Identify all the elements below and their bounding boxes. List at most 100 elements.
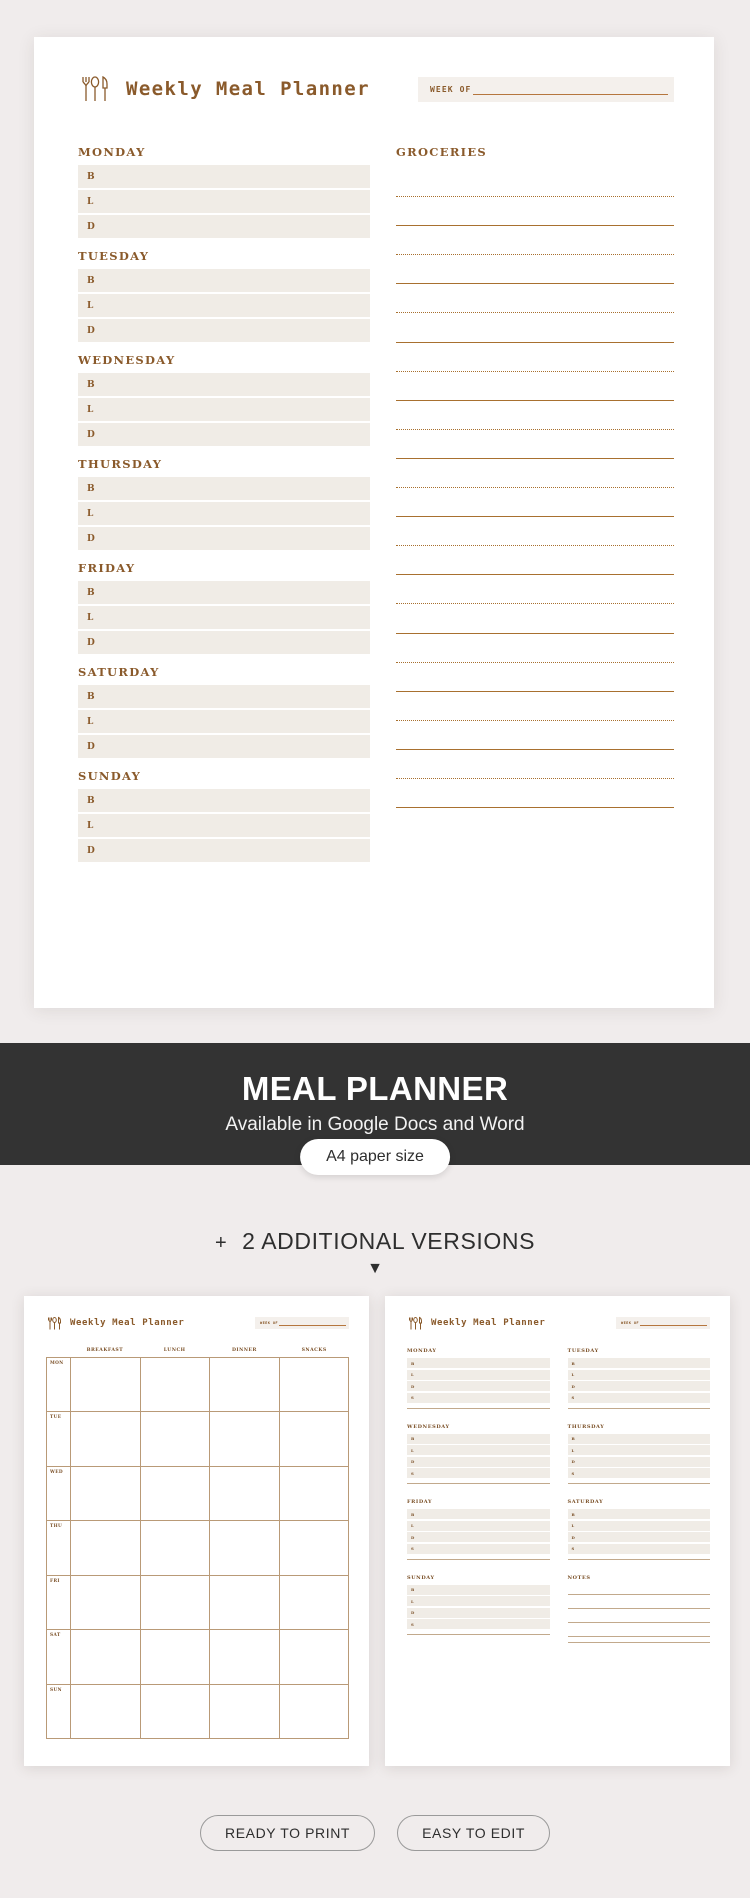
meal-row[interactable]: D (78, 215, 370, 238)
grid-cell[interactable] (141, 1412, 210, 1466)
meal-row[interactable]: D (78, 839, 370, 862)
list-meal-row[interactable]: S (567, 1468, 710, 1478)
grid-cell[interactable] (71, 1630, 141, 1684)
list-meal-row[interactable]: D (567, 1456, 710, 1467)
list-meal-row[interactable]: L (567, 1445, 710, 1455)
notes-line[interactable] (567, 1593, 710, 1595)
grocery-line[interactable] (396, 575, 674, 605)
list-meal-row[interactable]: D (567, 1532, 710, 1542)
grid-cell[interactable] (280, 1521, 349, 1575)
grid-cell[interactable] (71, 1521, 141, 1575)
list-meal-row[interactable]: S (567, 1392, 710, 1403)
grocery-line[interactable] (396, 284, 674, 314)
grid-cell[interactable] (141, 1684, 210, 1738)
grocery-line[interactable] (396, 546, 674, 576)
meal-row[interactable]: D (78, 735, 370, 758)
grocery-line[interactable] (396, 634, 674, 663)
ready-to-print-button[interactable]: READY TO PRINT (199, 1815, 376, 1851)
grocery-line[interactable] (396, 459, 674, 489)
grid-cell[interactable] (71, 1466, 141, 1521)
list-meal-row[interactable]: L (567, 1520, 710, 1531)
grid-cell[interactable] (280, 1684, 349, 1738)
meal-row[interactable]: B (78, 477, 370, 500)
list-meal-row[interactable]: S (407, 1468, 550, 1478)
list-meal-row[interactable]: B (407, 1509, 550, 1519)
list-meal-row[interactable]: B (567, 1358, 710, 1368)
grid-cell[interactable] (280, 1630, 349, 1684)
list-meal-row[interactable]: D (407, 1607, 550, 1618)
grocery-line[interactable] (396, 313, 674, 343)
grocery-line[interactable] (396, 663, 674, 692)
list-meal-row[interactable]: S (407, 1392, 550, 1403)
grid-cell[interactable] (71, 1684, 141, 1738)
meal-row[interactable]: L (78, 710, 370, 733)
grid-cell[interactable] (71, 1575, 141, 1630)
thumbnail-grid-version[interactable]: Weekly Meal Planner WEEK OF BREAKFAST LUN… (24, 1296, 369, 1766)
grid-cell[interactable] (141, 1521, 210, 1575)
meal-row[interactable]: D (78, 319, 370, 342)
list-meal-row[interactable]: D (407, 1381, 550, 1391)
meal-row[interactable]: L (78, 814, 370, 837)
list-meal-row[interactable]: D (567, 1381, 710, 1391)
list-meal-row[interactable]: B (407, 1433, 550, 1444)
grid-cell[interactable] (141, 1358, 210, 1412)
meal-row[interactable]: B (78, 581, 370, 604)
list-meal-row[interactable]: L (407, 1369, 550, 1380)
list-meal-row[interactable]: B (567, 1509, 710, 1519)
notes-line[interactable] (567, 1621, 710, 1623)
meal-row[interactable]: D (78, 423, 370, 446)
list-meal-row[interactable]: D (407, 1532, 550, 1542)
grocery-line[interactable] (396, 430, 674, 459)
grid-cell[interactable] (280, 1412, 349, 1466)
meal-row[interactable]: L (78, 502, 370, 525)
grocery-line[interactable] (396, 401, 674, 430)
list-meal-row[interactable]: B (407, 1584, 550, 1595)
grocery-line[interactable] (396, 692, 674, 721)
grocery-line[interactable] (396, 226, 674, 256)
grocery-line[interactable] (396, 197, 674, 227)
grid-cell[interactable] (141, 1630, 210, 1684)
meal-row[interactable]: L (78, 606, 370, 629)
grid-cell[interactable] (210, 1466, 280, 1521)
grocery-line[interactable] (396, 604, 674, 634)
meal-row[interactable]: B (78, 373, 370, 396)
meal-row[interactable]: D (78, 631, 370, 654)
grocery-line[interactable] (396, 488, 674, 518)
list-meal-row[interactable]: L (407, 1520, 550, 1531)
list-meal-row[interactable]: B (567, 1433, 710, 1444)
meal-row[interactable]: L (78, 294, 370, 317)
notes-line[interactable] (567, 1607, 710, 1609)
grocery-line[interactable] (396, 168, 674, 198)
grocery-line[interactable] (396, 255, 674, 285)
grocery-line[interactable] (396, 372, 674, 401)
grid-cell[interactable] (210, 1412, 280, 1466)
grid-cell[interactable] (71, 1358, 141, 1412)
list-meal-row[interactable]: S (567, 1543, 710, 1554)
list-meal-row[interactable]: L (567, 1369, 710, 1380)
list-meal-row[interactable]: L (407, 1596, 550, 1606)
meal-row[interactable]: B (78, 165, 370, 188)
meal-row[interactable]: D (78, 527, 370, 550)
list-meal-row[interactable]: D (407, 1456, 550, 1467)
grocery-line[interactable] (396, 750, 674, 779)
meal-row[interactable]: L (78, 190, 370, 213)
grid-cell[interactable] (210, 1521, 280, 1575)
grocery-line[interactable] (396, 343, 674, 372)
grid-cell[interactable] (141, 1466, 210, 1521)
meal-row[interactable]: B (78, 685, 370, 708)
week-of-field[interactable]: WEEK OF (418, 76, 674, 102)
grocery-line[interactable] (396, 517, 674, 547)
grid-cell[interactable] (210, 1358, 280, 1412)
list-meal-row[interactable]: S (407, 1619, 550, 1629)
meal-row[interactable]: B (78, 269, 370, 292)
grid-cell[interactable] (280, 1358, 349, 1412)
grid-cell[interactable] (210, 1684, 280, 1738)
grocery-line[interactable] (396, 721, 674, 750)
meal-row[interactable]: L (78, 398, 370, 421)
grid-cell[interactable] (210, 1630, 280, 1684)
meal-row[interactable]: B (78, 789, 370, 812)
easy-to-edit-button[interactable]: EASY TO EDIT (397, 1815, 550, 1851)
list-meal-row[interactable]: S (407, 1543, 550, 1554)
grid-cell[interactable] (71, 1412, 141, 1466)
grid-cell[interactable] (210, 1575, 280, 1630)
